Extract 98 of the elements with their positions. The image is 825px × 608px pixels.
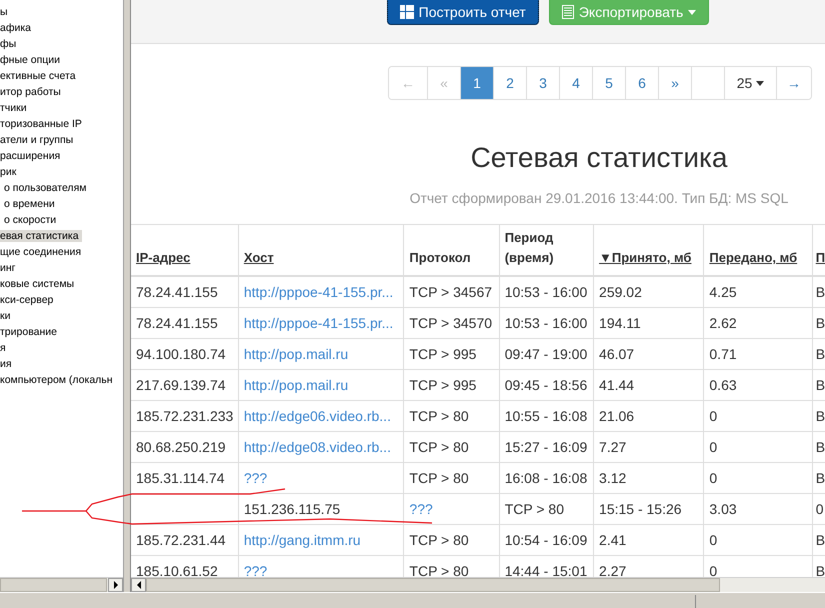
table-cell: 217.69.139.74: [131, 370, 238, 400]
table-cell: 259.02: [594, 276, 704, 308]
tree-item[interactable]: о времени: [4, 198, 58, 210]
tree-item[interactable]: торизованные IP: [0, 118, 85, 130]
table-cell: 2.41: [594, 524, 704, 556]
tree-item[interactable]: фные опции: [0, 54, 64, 66]
table-cell: TCP > 80: [404, 432, 500, 462]
left-arrow-icon: [136, 581, 142, 589]
tree-item[interactable]: кси-сервер: [0, 294, 56, 306]
report-title: Сетевая статистика: [470, 141, 728, 175]
column-header: Протокол: [404, 224, 500, 276]
scroll-right-button[interactable]: [108, 578, 123, 592]
column-header[interactable]: ▼Принято, мб: [594, 224, 704, 276]
tree-item[interactable]: атели и группы: [0, 134, 76, 146]
table-cell: 10:53 - 16:00: [499, 308, 594, 338]
table-cell: 185.72.231.233: [131, 400, 238, 432]
table-cell[interactable]: http://edge06.video.rb...: [238, 400, 404, 432]
tree-item[interactable]: тчики: [0, 102, 30, 114]
spreadsheet-icon: [562, 5, 574, 19]
tree-item[interactable]: фы: [0, 38, 20, 50]
table-cell: 41.44: [594, 370, 704, 400]
table-cell[interactable]: ???: [238, 462, 404, 494]
caret-icon: [756, 80, 764, 86]
table-cell[interactable]: http://pppoe-41-155.pr...: [238, 276, 404, 308]
grid-icon: [400, 5, 414, 19]
table-cell: 80.68.250.219: [131, 432, 238, 462]
table-cell: 21.06: [594, 400, 704, 432]
column-header[interactable]: П: [812, 224, 825, 276]
table-cell: 2.62: [704, 308, 812, 338]
tree-item[interactable]: ективные счета: [0, 70, 79, 82]
tree-item[interactable]: афика: [0, 22, 34, 34]
column-header[interactable]: Передано, мб: [704, 224, 812, 276]
tree-item[interactable]: ки: [0, 310, 14, 322]
tree-item[interactable]: я: [0, 342, 9, 354]
tree-item[interactable]: итор работы: [0, 86, 64, 98]
table-cell: 151.236.115.75: [238, 494, 404, 524]
horizontal-scrollbar[interactable]: [0, 577, 123, 592]
column-header[interactable]: IP-адрес: [131, 224, 238, 276]
table-cell: 3.03: [704, 494, 812, 524]
column-header[interactable]: Хост: [238, 224, 404, 276]
tree-item[interactable]: рик: [0, 166, 20, 178]
table-cell: 185.72.231.44: [131, 524, 238, 556]
build-report-button[interactable]: Построить отчет: [386, 0, 539, 25]
table-cell: 46.07: [594, 338, 704, 370]
tree-item[interactable]: ы: [0, 6, 11, 18]
table-cell[interactable]: http://pop.mail.ru: [238, 338, 404, 370]
tree-item[interactable]: о пользователям: [4, 182, 90, 194]
scroll-left-button[interactable]: [131, 578, 146, 592]
table-cell: 0.63: [704, 370, 812, 400]
table-cell[interactable]: http://pppoe-41-155.pr...: [238, 308, 404, 338]
tree-item[interactable]: компьютером (локальн: [0, 374, 116, 386]
tree-item[interactable]: трирование: [0, 326, 60, 338]
table-cell: 185.31.114.74: [131, 462, 238, 494]
table-cell: 0: [704, 432, 812, 462]
table-cell: 09:47 - 19:00: [499, 338, 594, 370]
table-cell: 94.100.180.74: [131, 338, 238, 370]
table-cell: TCP > 80: [499, 494, 594, 524]
table-cell[interactable]: http://gang.itmm.ru: [238, 524, 404, 556]
tree-item[interactable]: расширения: [0, 150, 64, 162]
table-cell: TCP > 995: [404, 338, 500, 370]
table-cell: 194.11: [594, 308, 704, 338]
column-header: Период (время): [499, 224, 594, 276]
table-cell[interactable]: ???: [404, 494, 500, 524]
tree-item[interactable]: ковые системы: [0, 278, 78, 290]
next-page-link[interactable]: →: [776, 67, 811, 99]
table-cell: 15:27 - 16:09: [499, 432, 594, 462]
report-subtitle: Отчет сформирован 29.01.2016 13:44:00. Тип БД: MS SQL: [408, 189, 790, 208]
table-cell: 3.12: [594, 462, 704, 494]
tree-item[interactable]: евая статистика: [0, 230, 82, 242]
table-cell: TCP > 995: [404, 370, 500, 400]
table-cell: TCP > 80: [404, 462, 500, 494]
table-cell: 16:08 - 16:08: [499, 462, 594, 494]
tree-item[interactable]: щие соединения: [0, 246, 84, 258]
table-cell: 10:53 - 16:00: [499, 276, 594, 308]
table-cell: 10:55 - 16:08: [499, 400, 594, 432]
table-cell: 0: [704, 400, 812, 432]
table-cell: 78.24.41.155: [131, 276, 238, 308]
right-arrow-icon: [112, 581, 118, 589]
table-cell[interactable]: http://edge08.video.rb...: [238, 432, 404, 462]
table-cell: TCP > 80: [404, 400, 500, 432]
table-cell: TCP > 34570: [404, 308, 500, 338]
table-cell: 0: [704, 462, 812, 494]
table-cell: 0: [704, 524, 812, 556]
table-cell: TCP > 34567: [404, 276, 500, 308]
table-cell: 10:54 - 16:09: [499, 524, 594, 556]
table-cell: 7.27: [594, 432, 704, 462]
tree-item[interactable]: инг: [0, 262, 18, 274]
table-cell: 15:15 - 15:26: [594, 494, 704, 524]
page-link[interactable]: 1: [460, 67, 493, 99]
tree-item[interactable]: о скорости: [4, 214, 60, 226]
table-cell: 09:45 - 18:56: [499, 370, 594, 400]
table-cell[interactable]: http://pop.mail.ru: [238, 370, 404, 400]
tree-item[interactable]: ия: [0, 358, 15, 370]
table-cell: 4.25: [704, 276, 812, 308]
table-cell: 78.24.41.155: [131, 308, 238, 338]
table-cell: 0.71: [704, 338, 812, 370]
horizontal-scrollbar[interactable]: [131, 577, 825, 592]
table-cell: TCP > 80: [404, 524, 500, 556]
